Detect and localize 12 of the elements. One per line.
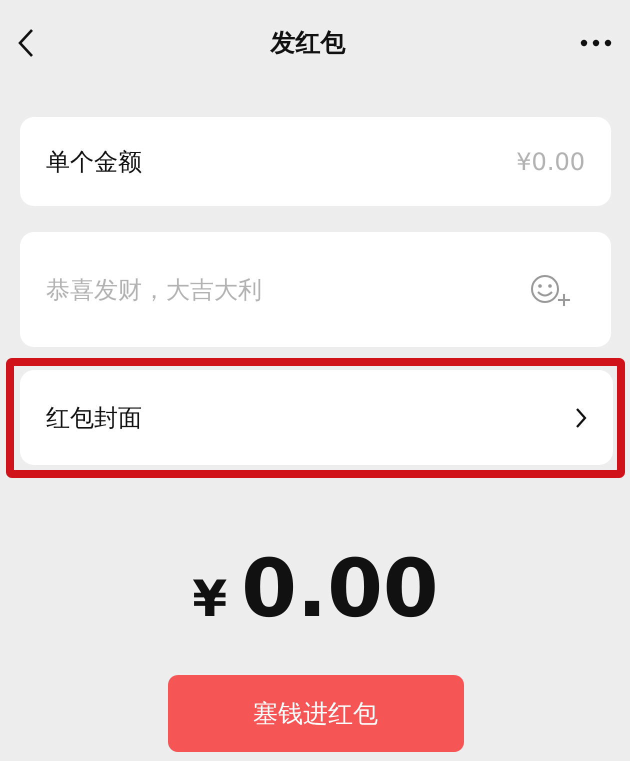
more-icon xyxy=(580,38,612,46)
currency-symbol: ¥ xyxy=(192,570,228,628)
emoji-add-icon[interactable] xyxy=(529,272,573,306)
page-title: 发红包 xyxy=(270,27,346,59)
cover-label: 红包封面 xyxy=(46,402,142,434)
chevron-right-icon xyxy=(575,406,587,428)
cover-row[interactable]: 红包封面 xyxy=(20,370,613,465)
greeting-field[interactable]: 恭喜发财，大吉大利 xyxy=(46,276,529,304)
total-amount: 0.00 xyxy=(241,542,439,635)
amount-label: 单个金额 xyxy=(46,146,142,178)
back-icon xyxy=(16,28,36,58)
amount-field[interactable]: ¥0.00 xyxy=(142,148,585,176)
